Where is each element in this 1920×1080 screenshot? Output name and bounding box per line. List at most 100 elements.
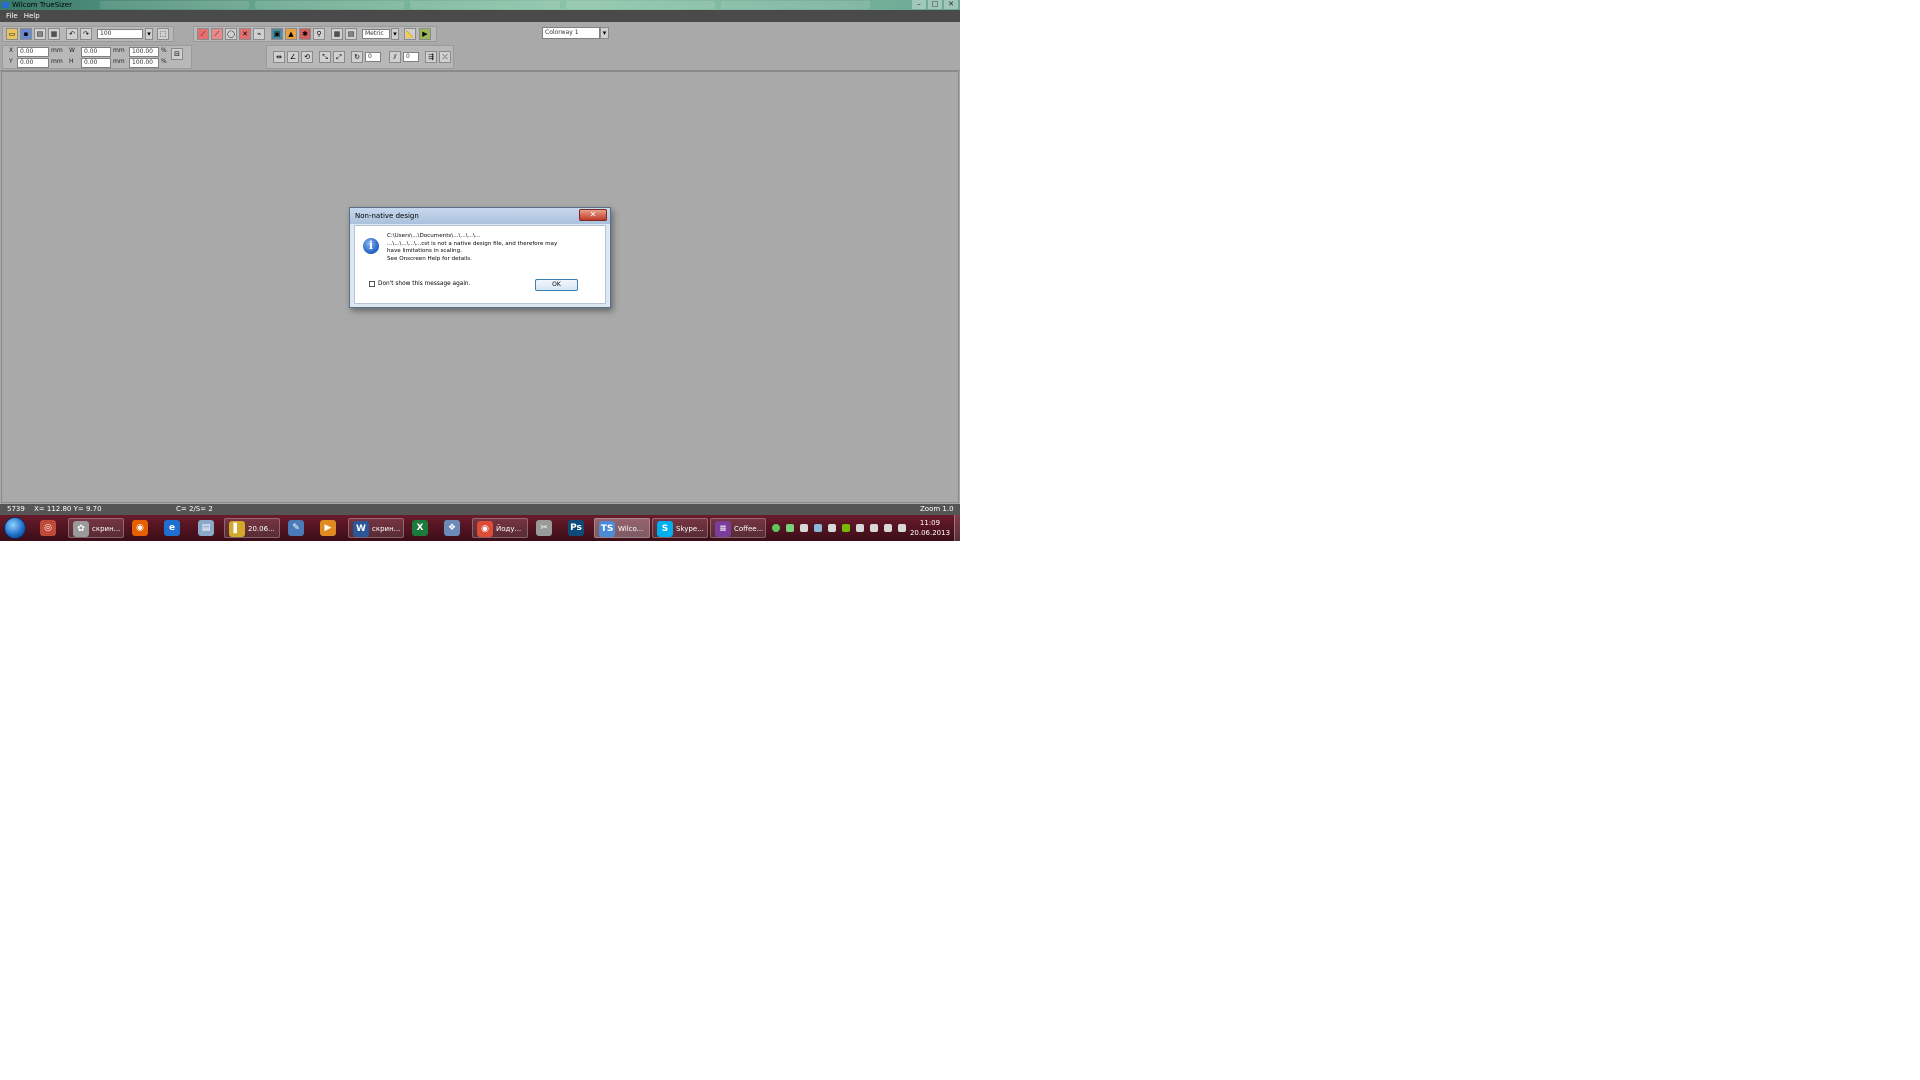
- taskbar-paint[interactable]: ✎: [284, 518, 310, 538]
- units-dropdown-icon[interactable]: ▾: [391, 28, 399, 40]
- scale-width-field[interactable]: 100.00: [129, 47, 159, 57]
- travel-icon[interactable]: ⚲: [313, 28, 325, 40]
- slant-icon[interactable]: ⫽: [389, 51, 401, 63]
- taskbar-pinned-app[interactable]: ◎: [36, 518, 62, 538]
- taskbar-window-label: Skype...: [676, 525, 704, 533]
- taskbar-excel[interactable]: X: [408, 518, 434, 538]
- tray-messenger-icon[interactable]: [786, 524, 794, 532]
- colorway-dropdown-icon[interactable]: ▾: [600, 27, 609, 39]
- ok-button[interactable]: OK: [535, 279, 578, 291]
- lock-proportions-icon[interactable]: ⊟: [171, 48, 183, 60]
- save-icon[interactable]: ▪: [20, 28, 32, 40]
- mirror-horizontal-icon[interactable]: ⇹: [273, 51, 285, 63]
- reset-icon[interactable]: ⤫: [439, 51, 451, 63]
- maximize-button[interactable]: □: [928, 0, 942, 9]
- apply-icon[interactable]: ⇶: [425, 51, 437, 63]
- show-desktop-button[interactable]: [954, 515, 960, 541]
- units-select[interactable]: Metric: [362, 29, 390, 39]
- print-icon[interactable]: ▤: [34, 28, 46, 40]
- angle-field[interactable]: 0: [365, 52, 381, 62]
- tray-mail-icon[interactable]: [800, 524, 808, 532]
- show-fills-icon[interactable]: ◯: [225, 28, 237, 40]
- scale-height-unit: %: [161, 58, 167, 65]
- background-tab: [565, 1, 715, 9]
- taskbar-window-skype[interactable]: S Skype...: [652, 518, 708, 538]
- measure-icon[interactable]: 📐: [404, 28, 416, 40]
- show-needle-points-icon[interactable]: ✕: [239, 28, 251, 40]
- photoshop-icon: Ps: [568, 520, 584, 536]
- skew-icon[interactable]: ⤡: [319, 51, 331, 63]
- internet-explorer-icon: e: [164, 520, 180, 536]
- scale-height-field[interactable]: 100.00: [129, 58, 159, 68]
- dialog-title-bar[interactable]: Non-native design ✕: [350, 208, 610, 224]
- redo-icon[interactable]: ↷: [80, 28, 92, 40]
- background-tab: [720, 1, 871, 9]
- show-connectors-icon[interactable]: ⌁: [253, 28, 265, 40]
- tray-usb-icon[interactable]: [828, 524, 836, 532]
- dialog-close-button[interactable]: ✕: [579, 209, 607, 221]
- dont-show-checkbox[interactable]: [369, 281, 375, 287]
- tray-network-icon[interactable]: [884, 524, 892, 532]
- show-stitches-icon[interactable]: ⟋: [197, 28, 209, 40]
- tray-sync-icon[interactable]: [814, 524, 822, 532]
- y-field[interactable]: 0.00: [17, 58, 49, 68]
- taskbar-media-player[interactable]: ▶: [316, 518, 342, 538]
- realistic-view-icon[interactable]: ▣: [271, 28, 283, 40]
- taskbar-window-wilcom[interactable]: TS Wilco...: [594, 518, 650, 538]
- grid-icon[interactable]: ▦: [331, 28, 343, 40]
- open-icon[interactable]: ▭: [6, 28, 18, 40]
- taskbar-window-chrome[interactable]: ◉ Йоду...: [472, 518, 528, 538]
- taskbar-internet-explorer[interactable]: e: [160, 518, 186, 538]
- minimize-button[interactable]: –: [912, 0, 926, 9]
- app-launcher-icon: ◎: [40, 520, 56, 536]
- tray-monitor-icon[interactable]: [856, 524, 864, 532]
- show-outlines-icon[interactable]: ⟋: [211, 28, 223, 40]
- menu-help[interactable]: Help: [24, 10, 40, 22]
- zoom-box-icon[interactable]: ⬚: [157, 28, 169, 40]
- dont-show-label[interactable]: Don't show this message again.: [378, 279, 470, 289]
- taskbar-network-app[interactable]: ❖: [440, 518, 466, 538]
- rotate-left-icon[interactable]: ∠: [287, 51, 299, 63]
- taskbar-clock[interactable]: 11:09 20.06.2013: [905, 518, 955, 538]
- clock-time: 11:09: [919, 519, 941, 527]
- undo-icon[interactable]: ↶: [66, 28, 78, 40]
- taskbar-tool-app[interactable]: ✂: [532, 518, 558, 538]
- taskbar-window-coffee[interactable]: ≡ Coffee...: [710, 518, 766, 538]
- color-stop-count: C= 2/S= 2: [176, 505, 213, 513]
- stitch-player-icon[interactable]: ▶: [419, 28, 431, 40]
- media-player-icon: ▶: [320, 520, 336, 536]
- taskbar-window-label: скрин...: [372, 525, 401, 533]
- color-film-icon[interactable]: ▲: [285, 28, 297, 40]
- width-field[interactable]: 0.00: [81, 47, 111, 57]
- file-toolbar: ▭ ▪ ▤ ▦ ↶ ↷ 100 ▾ ⬚: [2, 26, 174, 42]
- close-button[interactable]: ✕: [944, 0, 958, 9]
- transform-toolbar: X 0.00 mm Y 0.00 mm W 0.00 mm H 0.00 mm …: [2, 45, 192, 69]
- colorway-select[interactable]: Colorway 1: [542, 27, 600, 39]
- taskbar-firefox[interactable]: ◉: [128, 518, 154, 538]
- height-field[interactable]: 0.00: [81, 58, 111, 68]
- taskbar-window-word[interactable]: W скрин...: [348, 518, 404, 538]
- title-bar[interactable]: Wilcom TrueSizer – □ ✕: [0, 0, 960, 10]
- slant-field[interactable]: 0: [403, 52, 419, 62]
- tray-app-icon[interactable]: [772, 524, 780, 532]
- window-title: Wilcom TrueSizer: [12, 1, 72, 9]
- rotate-right-icon[interactable]: ⟲: [301, 51, 313, 63]
- taskbar-window-folder[interactable]: ▌ 20.06...: [224, 518, 280, 538]
- hoop-icon[interactable]: ▤: [345, 28, 357, 40]
- rotate-angle-icon[interactable]: ↻: [351, 51, 363, 63]
- tray-nvidia-icon[interactable]: [842, 524, 850, 532]
- taskbar-notepad[interactable]: ▤: [194, 518, 220, 538]
- print-preview-icon[interactable]: ▦: [48, 28, 60, 40]
- scissors-icon: ✂: [536, 520, 552, 536]
- taskbar-photoshop[interactable]: Ps: [564, 518, 590, 538]
- taskbar-window-screenshot-1[interactable]: ✿ скрин...: [68, 518, 124, 538]
- flip-icon[interactable]: ⤢: [333, 51, 345, 63]
- zoom-field[interactable]: 100: [97, 29, 143, 39]
- tray-flag-icon[interactable]: [870, 524, 878, 532]
- artwork-icon[interactable]: ✱: [299, 28, 311, 40]
- start-button[interactable]: [4, 517, 26, 539]
- info-icon: i: [363, 238, 379, 254]
- x-field[interactable]: 0.00: [17, 47, 49, 57]
- zoom-dropdown-icon[interactable]: ▾: [145, 28, 153, 40]
- menu-file[interactable]: File: [6, 10, 18, 22]
